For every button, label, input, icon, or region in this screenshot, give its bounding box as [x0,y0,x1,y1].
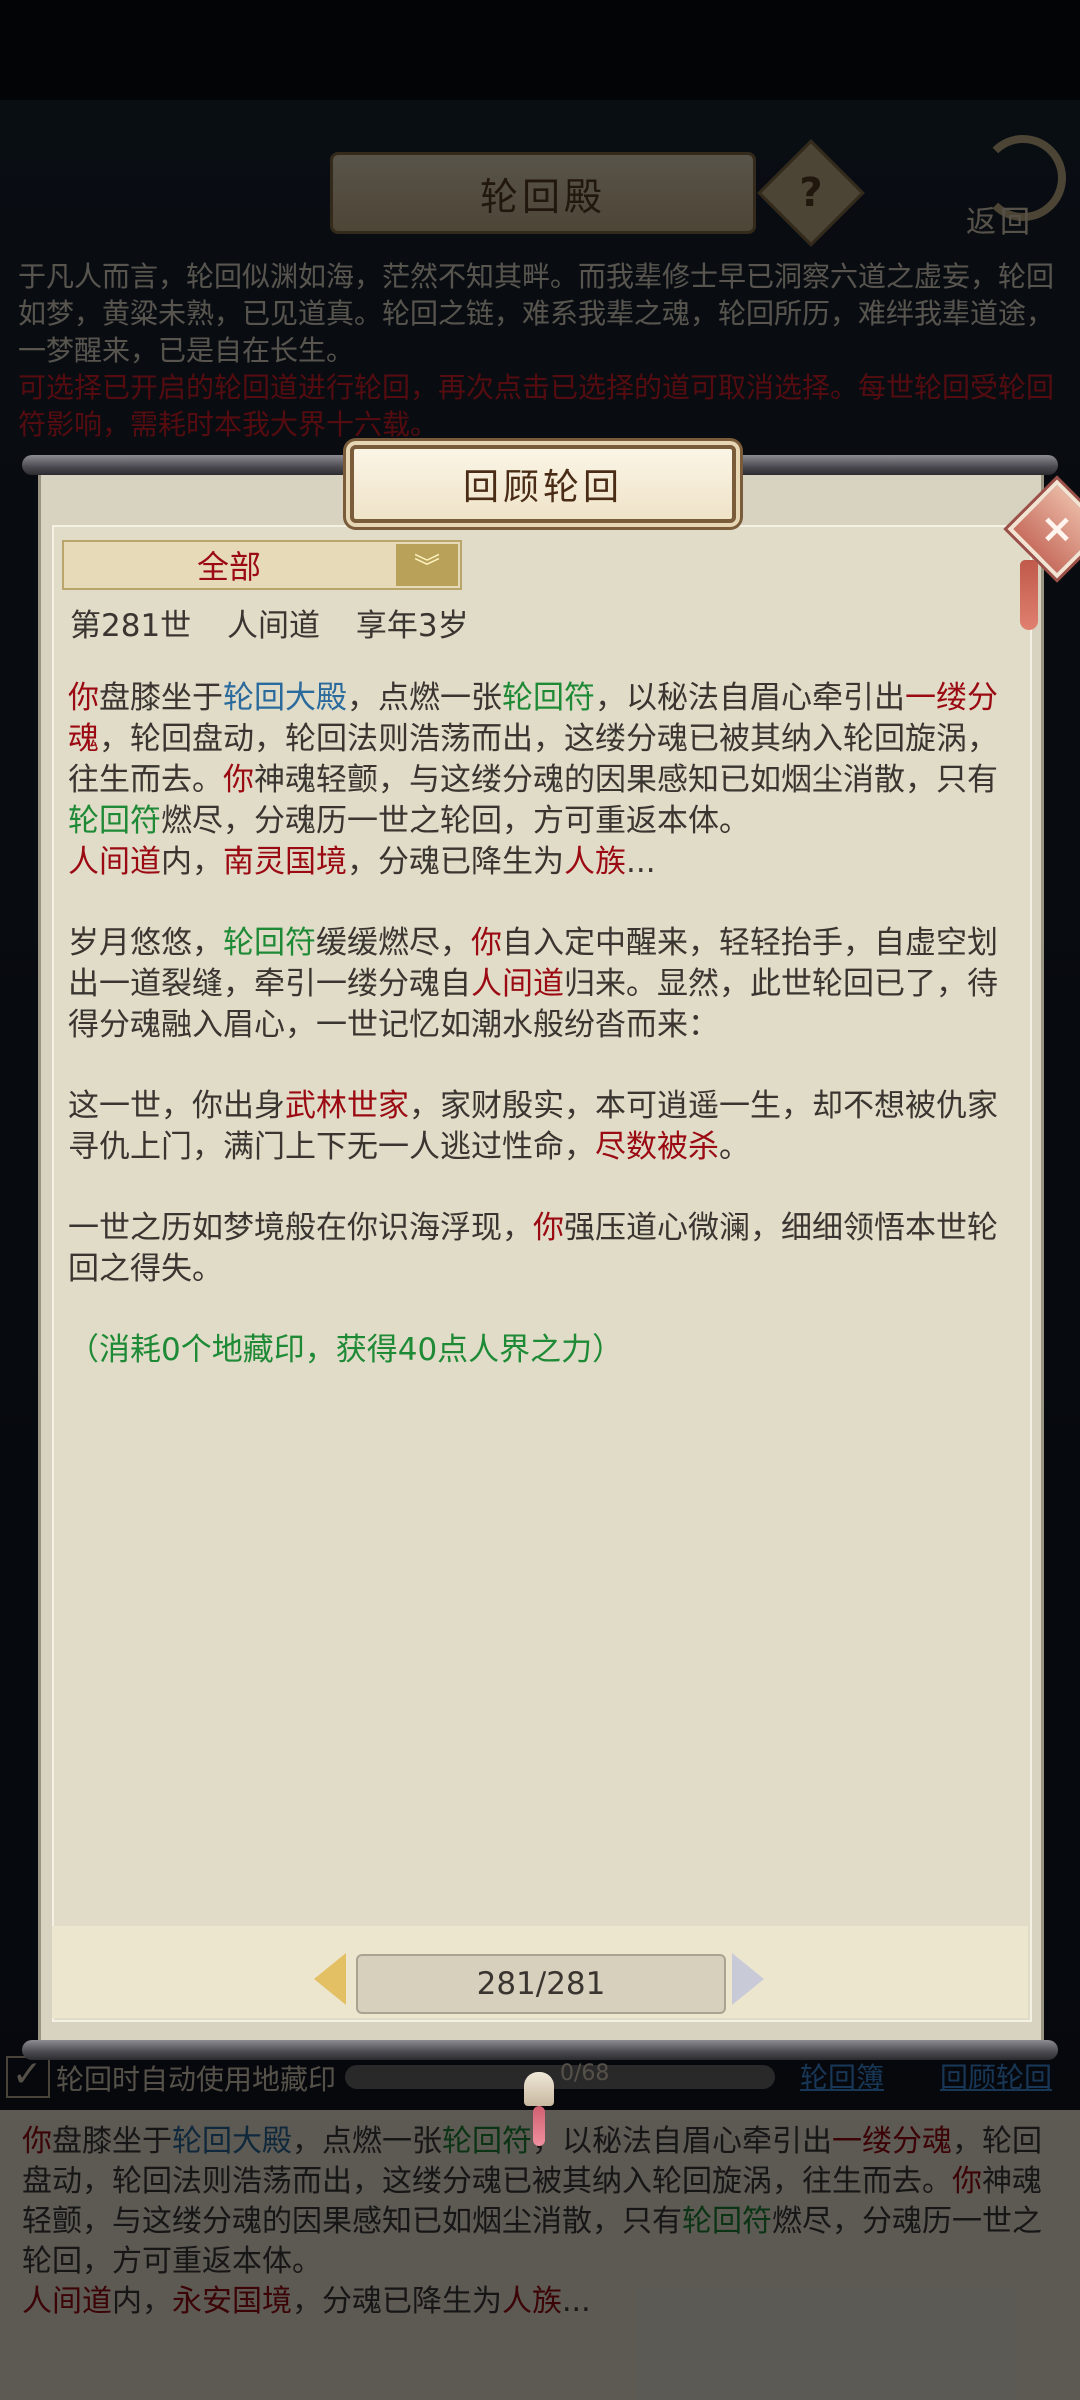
log-text: 你盘膝坐于轮回大殿，点燃一张轮回符，以秘法自眉心牵引出一缕分魂，轮回盘动，轮回法… [22,2124,1042,2319]
previous-page-icon[interactable] [314,1953,346,2005]
page-indicator: 281/281 [356,1954,726,2014]
record-header: 第281世 人间道 享年3岁 [70,600,495,645]
reward-summary: （消耗0个地藏印，获得40点人界之力） [68,1332,624,1368]
intro-warning: 可选择已开启的轮回道进行轮回，再次点击已选择的道可取消选择。每世轮回受轮回符影响… [18,371,1055,441]
story-paragraph: 一世之历如梦境般在你识海浮现，你强压道心微澜，细细领悟本世轮回之得失。 [68,1210,998,1287]
realm-path: 人间道 [227,608,321,644]
review-reincarnation-link[interactable]: 回顾轮回 [940,2056,1052,2096]
category-selected: 全部 [196,548,261,586]
story-paragraph: 你盘膝坐于轮回大殿，点燃一张轮回符，以秘法自眉心牵引出一缕分魂，轮回盘动，轮回法… [68,680,998,839]
auto-use-checkbox[interactable]: ✓ [6,2054,50,2098]
back-button[interactable]: 返回 [960,135,1070,240]
help-icon: ? [799,170,823,216]
intro-text: 于凡人而言，轮回似渊如海，茫然不知其畔。而我辈修士早已洞察六道之虚妄，轮回如梦，… [18,260,1055,441]
next-page-icon[interactable] [732,1953,764,2005]
back-label: 返回 [966,205,1034,240]
story-paragraph: 人间道内，南灵国境，分魂已降生为人族... [68,844,656,880]
chevron-down-icon: ︾ [396,544,458,586]
lifespan: 享年3岁 [355,608,469,644]
screen-title: 轮回殿 [330,152,756,234]
category-dropdown[interactable]: 全部 ︾ [62,540,462,590]
life-number: 第281世 [70,608,192,644]
progress-text: 0/68 [560,2061,610,2086]
auto-use-label: 轮回时自动使用地藏印 [56,2063,337,2096]
scroll-bottom-rod [22,2040,1058,2060]
bell-ornament-icon [524,2072,554,2106]
story-text: 你盘膝坐于轮回大殿，点燃一张轮回符，以秘法自眉心牵引出一缕分魂，轮回盘动，轮回法… [68,678,998,1371]
tassel-ornament [1020,560,1038,630]
story-paragraph: 岁月悠悠，轮回符缓缓燃尽，你自入定中醒来，轻轻抬手，自虚空划出一道裂缝，牵引一缕… [68,925,998,1043]
story-paragraph: 这一世，你出身武林世家，家财殷实，本可逍遥一生，却不想被仇家寻仇上门，满门上下无… [68,1088,998,1165]
bell-tassel [533,2106,545,2146]
checkmark-icon: ✓ [12,2054,43,2095]
modal-title: 回顾轮回 [350,445,736,523]
close-icon: × [1040,506,1074,552]
reincarnation-book-link[interactable]: 轮回簿 [800,2056,884,2096]
